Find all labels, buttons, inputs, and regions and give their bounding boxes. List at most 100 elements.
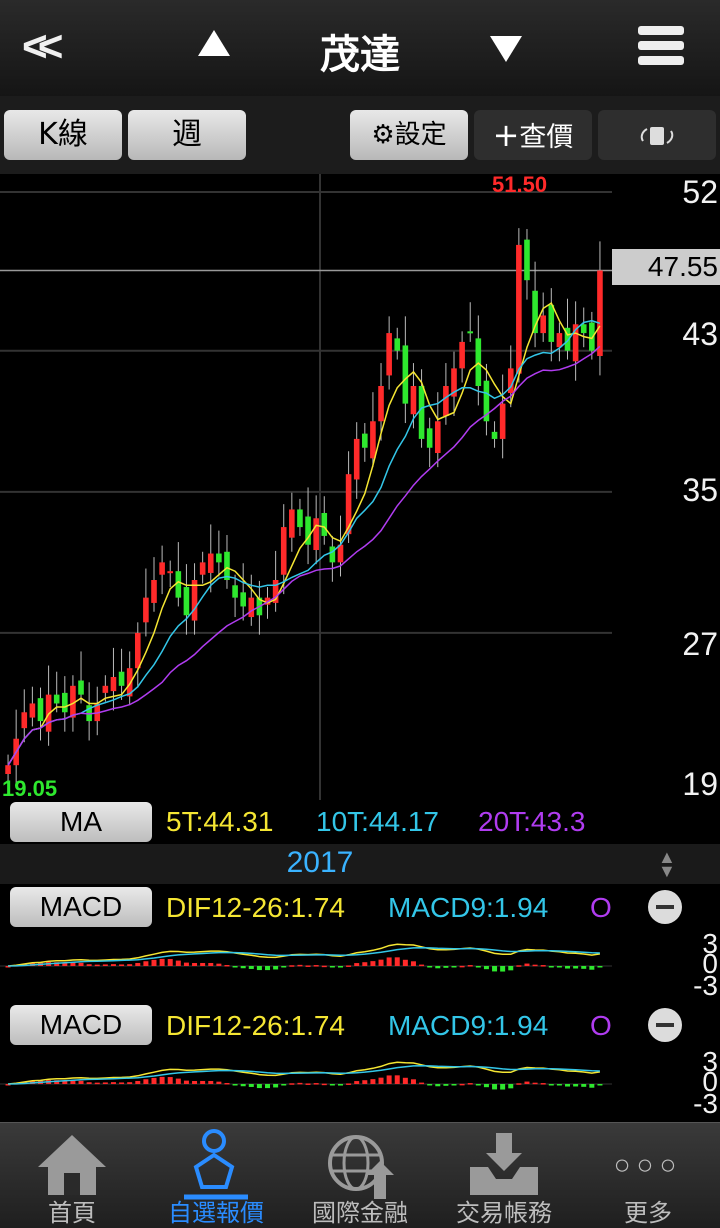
macd-histogram-bar (589, 966, 595, 970)
rotate-button[interactable] (598, 110, 716, 160)
macd-histogram-bar (354, 1081, 360, 1084)
macd-chart-1[interactable] (0, 930, 612, 1002)
macd2-tick-bottom: -3 (693, 1088, 718, 1119)
macd-histogram-bar (516, 965, 522, 967)
gear-icon: ⚙ (371, 120, 395, 150)
candle-body (102, 685, 109, 693)
macd-histogram-bar (573, 1084, 579, 1087)
ma-button[interactable]: MA (10, 802, 152, 842)
candle-body (426, 428, 433, 448)
macd-histogram-bar (232, 1084, 238, 1086)
macd-histogram-bar (556, 966, 562, 968)
candle-body (378, 386, 384, 422)
macd-histogram-bar (200, 1080, 206, 1084)
stock-title: 茂達 (320, 32, 400, 78)
remove-panel-icon[interactable] (648, 1008, 682, 1042)
macd-histogram-bar (394, 957, 400, 966)
macd-histogram-bar (151, 959, 157, 966)
macd-chart-2[interactable] (0, 1048, 612, 1120)
macd-histogram-bar (305, 1083, 311, 1085)
nav-home[interactable]: 首頁 (0, 1123, 144, 1228)
macd-button-1[interactable]: MACD (10, 887, 152, 927)
macd-histogram-bar (143, 1079, 149, 1084)
remove-panel-icon[interactable] (648, 890, 682, 924)
macd-button-2[interactable]: MACD (10, 1005, 152, 1045)
macd-histogram-bar (524, 963, 530, 966)
macd-histogram-bar (573, 966, 579, 969)
double-chevron-left-icon[interactable]: << (22, 22, 64, 72)
candle-body (240, 592, 246, 607)
candle-body (410, 386, 417, 415)
macd-histogram-bar (175, 960, 181, 966)
macd-histogram-bar (516, 1083, 522, 1085)
macd-panel-1-header: MACD DIF12-26:1.74 MACD9:1.94 O (0, 884, 720, 930)
macd-histogram-bar (508, 966, 514, 971)
macd-histogram-bar (427, 1084, 433, 1086)
macd-histogram-bar (200, 962, 206, 966)
macd-histogram-bar (127, 1082, 133, 1084)
axis-tick-27: 27 (682, 626, 718, 662)
macd-histogram-bar (386, 957, 392, 966)
previous-stock-arrow-icon[interactable] (198, 30, 230, 56)
nav-more[interactable]: ○○○ 更多 (576, 1123, 720, 1228)
macd-histogram-bar (459, 965, 465, 968)
macd-histogram-bar (321, 965, 327, 968)
macd-histogram-bar (110, 1082, 116, 1084)
ma20-value: 20T:43.3 (478, 806, 586, 837)
macd2-osc: O (590, 1010, 612, 1041)
macd-histogram-bar (378, 1077, 384, 1084)
nav-intl[interactable]: 國際金融 (288, 1123, 432, 1228)
candle-body (386, 333, 392, 376)
candle-body (143, 597, 149, 623)
macd-histogram-bar (175, 1078, 181, 1084)
kline-button[interactable]: K線 (4, 110, 122, 160)
macd-histogram-bar (119, 964, 125, 966)
nav-trade[interactable]: 交易帳務 (432, 1123, 576, 1228)
candle-body (297, 509, 303, 528)
macd-histogram-bar (102, 964, 108, 966)
macd-histogram-bar (378, 959, 384, 966)
year-label: 2017 (286, 846, 354, 879)
macd-histogram-bar (410, 1079, 416, 1084)
watchlist-icon (184, 1129, 248, 1200)
macd-histogram-bar (532, 1082, 538, 1085)
candlestick-chart[interactable]: 51.50 19.05 (0, 174, 612, 800)
period-button[interactable]: 週 (128, 110, 246, 160)
macd-histogram-bar (589, 1084, 595, 1088)
macd-histogram-bar (78, 962, 84, 966)
macd-histogram-bar (500, 966, 506, 972)
ma-indicator-row: MA 5T:44.31 10T:44.17 20T:43.3 (0, 800, 612, 844)
macd2-signal: MACD9:1.94 (388, 1010, 549, 1041)
macd-histogram-bar (427, 966, 433, 968)
candle-body (370, 421, 376, 459)
candle-body (232, 585, 238, 598)
next-stock-arrow-icon[interactable] (490, 36, 522, 62)
nav-more-label: 更多 (624, 1199, 672, 1227)
macd-histogram-bar (289, 965, 295, 967)
macd-histogram-bar (224, 964, 230, 967)
macd-histogram-bar (208, 962, 214, 966)
candle-body (280, 527, 287, 575)
candle-body (110, 677, 117, 692)
macd-histogram-bar (402, 1077, 408, 1084)
macd-histogram-bar (443, 966, 449, 968)
macd-histogram-bar (581, 966, 587, 969)
macd-histogram-bar (159, 958, 165, 966)
tray-download-icon (470, 1133, 538, 1195)
macd-histogram-bar (281, 1084, 287, 1086)
macd-histogram-bar (110, 964, 116, 966)
menu-icon[interactable] (638, 26, 684, 70)
macd-histogram-bar (281, 966, 287, 968)
macd-histogram-bar (556, 1084, 562, 1086)
macd-histogram-bar (370, 961, 376, 966)
nav-watchlist[interactable]: 自選報價 (144, 1123, 288, 1228)
macd-histogram-bar (86, 964, 92, 966)
axis-tick-43: 43 (682, 316, 718, 352)
candle-body (53, 694, 60, 704)
quote-button[interactable]: +查價 (474, 110, 592, 160)
candle-body (37, 698, 44, 722)
macd-histogram-bar (297, 964, 303, 967)
nav-trade-label: 交易帳務 (456, 1199, 552, 1227)
settings-button[interactable]: ⚙設定 (350, 110, 468, 160)
drag-handle-icon[interactable]: ▲ ▼ (658, 848, 676, 880)
